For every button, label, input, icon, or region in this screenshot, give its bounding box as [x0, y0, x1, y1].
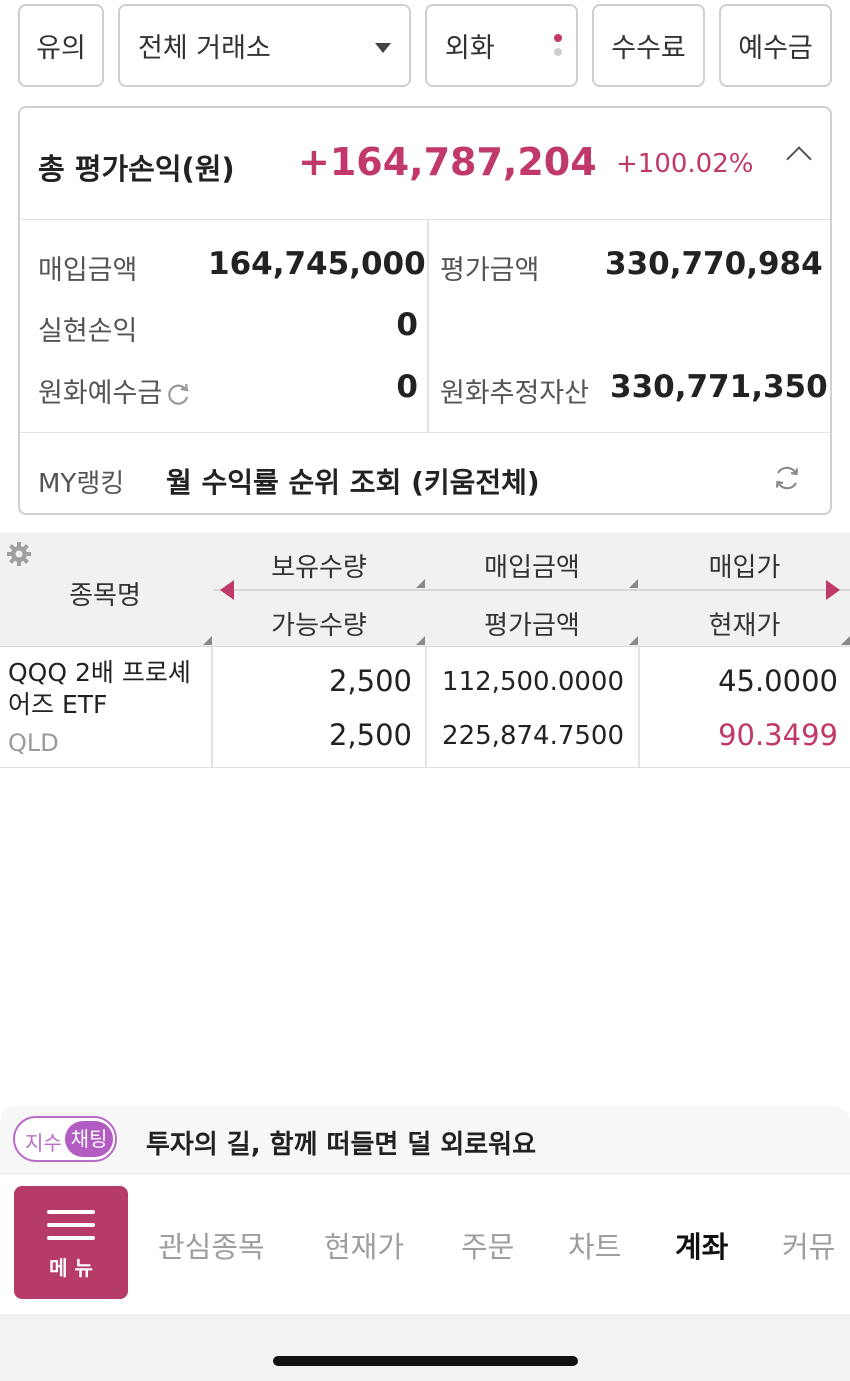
sort-corner-icon: [416, 636, 425, 645]
dropdown-arrow-icon: [375, 43, 391, 53]
sort-corner-icon: [841, 636, 850, 645]
nav-item-current-price[interactable]: 현재가: [324, 1224, 404, 1266]
sort-corner-icon: [629, 579, 638, 588]
index-tag: 지수: [25, 1131, 62, 1155]
purchase-price: 45.0000: [718, 664, 838, 698]
holding-qty: 2,500: [328, 664, 412, 698]
sort-corner-icon: [203, 636, 212, 645]
chat-tag: 채팅: [65, 1121, 113, 1157]
krw-est-assets-label: 원화추정자산: [440, 378, 590, 409]
krw-est-assets-value: 330,771,350: [610, 369, 828, 405]
exchange-select[interactable]: 전체 거래소: [118, 4, 411, 87]
table-row[interactable]: QQQ 2배 프로셰어즈 ETF QLD 2,500 2,500 112,500…: [0, 647, 850, 768]
deposit-label: 예수금: [738, 33, 813, 64]
home-indicator[interactable]: [273, 1356, 578, 1366]
col-available-qty-header[interactable]: 가능수량: [213, 605, 425, 642]
fx-toggle-button[interactable]: 외화: [425, 4, 578, 87]
chat-message: 투자의 길, 함께 떠들면 덜 외로워요: [146, 1130, 537, 1160]
col-name-header[interactable]: 종목명: [0, 575, 210, 612]
current-price: 90.3499: [718, 718, 838, 752]
chat-banner[interactable]: 지수 채팅 투자의 길, 함께 떠들면 덜 외로워요: [0, 1106, 850, 1174]
krw-deposit-label-wrap: 원화예수금: [38, 371, 192, 410]
col-eval-amount-header[interactable]: 평가금액: [426, 605, 638, 642]
col-purchase-price-header[interactable]: 매입가: [639, 547, 850, 584]
purchase-amount-label: 매입금액: [38, 255, 138, 286]
purchase-amount: 112,500.0000: [442, 667, 624, 697]
total-pl-value: +164,787,204: [298, 140, 597, 184]
toggle-dots-icon: [554, 34, 562, 62]
system-footer: [0, 1314, 850, 1381]
realized-pl-label: 실현손익: [38, 316, 138, 347]
scroll-left-arrow-icon[interactable]: [220, 580, 234, 600]
deposit-button[interactable]: 예수금: [719, 4, 832, 87]
fee-label: 수수료: [611, 33, 686, 64]
eval-amount: 225,874.7500: [442, 721, 624, 751]
nav-item-chart[interactable]: 차트: [568, 1224, 621, 1266]
caution-label: 유의: [36, 33, 86, 64]
krw-deposit-label: 원화예수금: [38, 378, 163, 409]
krw-deposit-value: 0: [396, 369, 418, 405]
col-holding-qty-header[interactable]: 보유수량: [213, 547, 425, 584]
ranking-link[interactable]: 월 수익률 순위 조회 (키움전체): [166, 461, 540, 501]
realized-pl-value: 0: [396, 307, 418, 343]
gear-icon[interactable]: [6, 541, 32, 567]
scroll-right-arrow-icon[interactable]: [826, 580, 840, 600]
nav-item-account[interactable]: 계좌: [675, 1224, 728, 1266]
eval-amount-label: 평가금액: [440, 255, 540, 286]
caution-button[interactable]: 유의: [18, 4, 104, 87]
nav-item-order[interactable]: 주문: [461, 1224, 514, 1266]
fee-button[interactable]: 수수료: [592, 4, 705, 87]
eval-amount-value: 330,770,984: [605, 246, 823, 282]
index-chat-toggle[interactable]: 지수 채팅: [13, 1116, 117, 1162]
available-qty: 2,500: [328, 718, 412, 752]
summary-header[interactable]: 총 평가손익(원) +164,787,204 +100.02%: [20, 108, 830, 220]
divider: [427, 220, 429, 432]
hamburger-icon: [47, 1210, 95, 1214]
col-purchase-amount-header[interactable]: 매입금액: [426, 547, 638, 584]
my-ranking-row[interactable]: MY랭킹 월 수익률 순위 조회 (키움전체): [20, 432, 830, 515]
bottom-nav: 메 뉴 관심종목 현재가 주문 차트 계좌 커뮤: [0, 1174, 850, 1314]
exchange-select-value: 전체 거래소: [138, 33, 271, 64]
sort-corner-icon: [629, 636, 638, 645]
sort-corner-icon: [416, 579, 425, 588]
stock-ticker: QLD: [8, 729, 59, 757]
summary-title: 총 평가손익(원): [38, 152, 235, 186]
col-current-price-header[interactable]: 현재가: [639, 605, 850, 642]
holdings-table-header: 종목명 보유수량 가능수량 매입금액 평가금액 매입가 현재가: [0, 533, 850, 647]
total-pl-rate: +100.02%: [616, 149, 754, 179]
nav-item-watchlist[interactable]: 관심종목: [158, 1224, 265, 1266]
my-ranking-label: MY랭킹: [38, 469, 125, 499]
nav-item-community[interactable]: 커뮤: [782, 1224, 835, 1266]
menu-label: 메 뉴: [49, 1256, 93, 1280]
pl-summary-card: 총 평가손익(원) +164,787,204 +100.02% 매입금액 164…: [18, 106, 832, 515]
collapse-chevron-icon[interactable]: [786, 146, 812, 172]
refresh-icon[interactable]: [772, 463, 802, 493]
menu-button[interactable]: 메 뉴: [14, 1186, 128, 1299]
stock-name: QQQ 2배 프로셰어즈 ETF: [8, 658, 191, 719]
refresh-icon[interactable]: [164, 381, 192, 409]
fx-label: 외화: [445, 33, 495, 64]
purchase-amount-value: 164,745,000: [208, 246, 426, 282]
